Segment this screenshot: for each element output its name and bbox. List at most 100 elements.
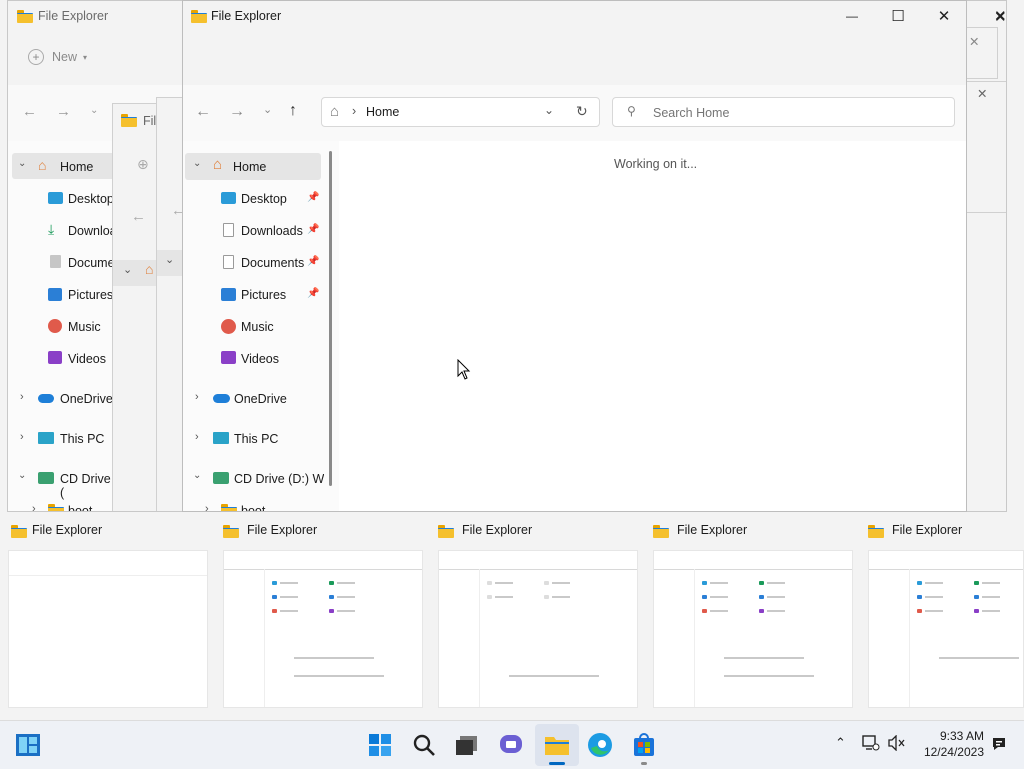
expand-chevron-icon[interactable]: › bbox=[195, 391, 199, 403]
onedrive-icon bbox=[213, 394, 230, 403]
search-button[interactable] bbox=[410, 731, 438, 759]
volume-muted-icon[interactable] bbox=[888, 734, 906, 754]
sidebar-item-boot[interactable]: boot bbox=[241, 504, 265, 511]
thumbnail-5[interactable]: File Explorer bbox=[868, 515, 1024, 710]
new-button[interactable]: + New ▾ bbox=[28, 49, 87, 65]
network-icon[interactable] bbox=[862, 735, 880, 754]
folder-icon bbox=[653, 525, 669, 538]
sidebar-item-downloads[interactable]: Downloads bbox=[241, 224, 303, 238]
bg-videos-label[interactable]: Videos bbox=[68, 352, 106, 366]
expand-chevron-icon[interactable]: ⌄ bbox=[193, 158, 201, 169]
sidebar-item-pictures[interactable]: Pictures bbox=[241, 288, 286, 302]
forward-button[interactable]: → bbox=[229, 103, 245, 121]
show-hidden-icons-button[interactable]: ⌃ bbox=[835, 735, 846, 751]
thumbnail-3[interactable]: File Explorer bbox=[438, 515, 638, 710]
thumbnail-2[interactable]: File Explorer bbox=[223, 515, 423, 710]
edge-button[interactable] bbox=[586, 731, 614, 759]
sidebar-item-onedrive[interactable]: OneDrive bbox=[234, 392, 287, 406]
title-bar[interactable]: File Explorer — ☐ ✕ bbox=[183, 1, 966, 85]
search-input[interactable] bbox=[651, 103, 945, 123]
edge-icon bbox=[588, 733, 612, 757]
onedrive-icon bbox=[38, 394, 54, 403]
downloads-icon: ⤓ bbox=[48, 221, 55, 237]
pin-icon[interactable]: 📌 bbox=[307, 256, 319, 267]
search-box[interactable]: ⚲ bbox=[612, 97, 955, 127]
back-icon[interactable]: ← bbox=[22, 103, 37, 120]
thumbnail-preview bbox=[438, 550, 638, 708]
bg-right-window: ✕ bbox=[966, 27, 998, 79]
recent-locations-button[interactable]: ⌄ bbox=[263, 103, 272, 116]
expand-chevron-icon[interactable]: › bbox=[195, 431, 199, 443]
expand-chevron-icon[interactable]: › bbox=[32, 503, 36, 511]
expand-chevron-icon[interactable]: › bbox=[20, 431, 24, 443]
music-icon bbox=[221, 319, 236, 334]
expand-chevron-icon[interactable]: ⌄ bbox=[193, 470, 201, 481]
sidebar-item-music[interactable]: Music bbox=[241, 320, 274, 334]
maximize-button[interactable]: ☐ bbox=[875, 1, 921, 31]
chevron-down-icon: ⌄ bbox=[165, 254, 175, 266]
breadcrumb-home[interactable]: Home bbox=[366, 105, 399, 119]
bg-documents-label[interactable]: Docume bbox=[68, 256, 115, 270]
chevron-down-icon: ⌄ bbox=[123, 264, 133, 276]
bg-cddrive-label[interactable]: CD Drive ( bbox=[60, 472, 118, 500]
bg-desktop-label[interactable]: Desktop bbox=[68, 192, 114, 206]
sidebar-item-home[interactable]: Home bbox=[233, 160, 266, 174]
bg-boot-label[interactable]: boot bbox=[68, 504, 92, 511]
bg-home-label[interactable]: Home bbox=[60, 160, 93, 174]
content-area[interactable]: Working on it... bbox=[339, 141, 966, 511]
expand-chevron-icon[interactable]: › bbox=[20, 391, 24, 403]
sidebar-item-thispc[interactable]: This PC bbox=[234, 432, 278, 446]
refresh-icon[interactable]: ↻ bbox=[576, 103, 588, 120]
chevron-down-icon[interactable]: ⌄ bbox=[90, 105, 98, 116]
bg-downloads-label[interactable]: Downloa bbox=[68, 224, 117, 238]
notifications-icon[interactable] bbox=[990, 735, 1008, 756]
bg-thispc-label[interactable]: This PC bbox=[60, 432, 104, 446]
clock-date: 12/24/2023 bbox=[923, 745, 984, 759]
clock[interactable]: 9:33 AM 12/24/2023 bbox=[914, 728, 984, 760]
pin-icon[interactable]: 📌 bbox=[307, 192, 319, 203]
bg-pictures-label[interactable]: Pictures bbox=[68, 288, 113, 302]
minimize-button[interactable]: — bbox=[829, 1, 875, 31]
folder-icon bbox=[221, 504, 237, 511]
widgets-button[interactable] bbox=[14, 731, 42, 759]
search-icon bbox=[413, 734, 435, 756]
videos-icon bbox=[221, 351, 236, 364]
close-button[interactable]: ✕ bbox=[921, 1, 966, 31]
close-icon[interactable]: ✕ bbox=[994, 8, 1007, 26]
bg-music-label[interactable]: Music bbox=[68, 320, 101, 334]
address-bar[interactable]: ⌂ › Home ⌄ ↻ bbox=[321, 97, 600, 127]
store-button[interactable] bbox=[630, 731, 658, 759]
sidebar-item-desktop[interactable]: Desktop bbox=[241, 192, 287, 206]
sidebar-item-videos[interactable]: Videos bbox=[241, 352, 279, 366]
start-button[interactable] bbox=[366, 731, 394, 759]
chat-button[interactable] bbox=[497, 731, 525, 759]
back-button[interactable]: ← bbox=[195, 103, 211, 121]
explorer-window[interactable]: File Explorer — ☐ ✕ ← → ⌄ ↑ ⌂ › Home ⌄ ↻… bbox=[182, 0, 967, 512]
expand-chevron-icon[interactable]: ⌄ bbox=[18, 470, 26, 481]
expand-chevron-icon[interactable]: › bbox=[205, 503, 209, 511]
sidebar-item-cddrive[interactable]: CD Drive (D:) Wir bbox=[234, 472, 324, 486]
pin-icon[interactable]: 📌 bbox=[307, 288, 319, 299]
file-explorer-taskbar-button[interactable] bbox=[543, 731, 571, 759]
thispc-icon bbox=[38, 432, 54, 444]
forward-icon[interactable]: → bbox=[56, 103, 71, 120]
task-view-button[interactable] bbox=[453, 731, 481, 759]
thumbnail-title: File Explorer bbox=[677, 523, 748, 537]
sidebar-item-documents[interactable]: Documents bbox=[241, 256, 304, 270]
thumbnail-4[interactable]: File Explorer bbox=[653, 515, 853, 710]
folder-icon bbox=[191, 10, 207, 23]
bg-onedrive-label[interactable]: OneDrive bbox=[60, 392, 113, 406]
active-indicator bbox=[549, 762, 565, 765]
thumbnail-title: File Explorer bbox=[462, 523, 533, 537]
chevron-down-icon[interactable]: ⌄ bbox=[544, 103, 554, 117]
chat-icon bbox=[500, 735, 522, 753]
sidebar-scrollbar[interactable] bbox=[329, 151, 332, 486]
close-icon: ✕ bbox=[937, 8, 951, 25]
up-button[interactable]: ↑ bbox=[289, 102, 297, 120]
expand-chevron-icon[interactable]: ⌄ bbox=[18, 158, 26, 169]
pin-icon[interactable]: 📌 bbox=[307, 224, 319, 235]
thumbnail-1[interactable]: File Explorer bbox=[8, 515, 208, 710]
breadcrumb-separator: › bbox=[352, 104, 357, 118]
close-icon: ✕ bbox=[969, 35, 980, 49]
minimize-icon: — bbox=[846, 9, 858, 23]
